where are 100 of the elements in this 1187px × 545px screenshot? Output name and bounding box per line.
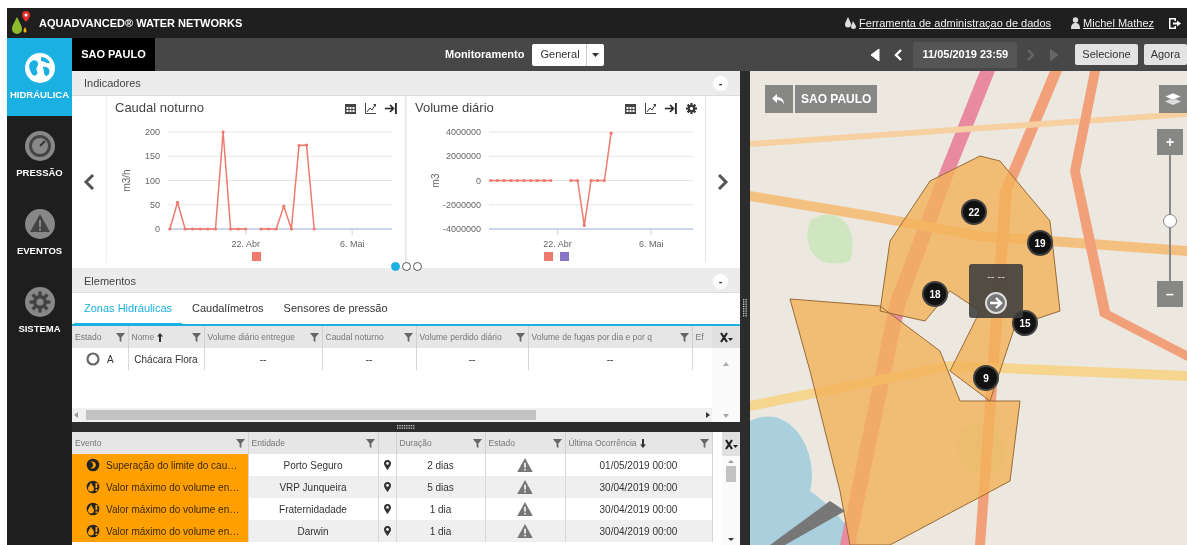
export-icon[interactable]	[385, 102, 397, 114]
filter-icon[interactable]	[699, 438, 709, 448]
splitter-grip-icon[interactable]	[397, 425, 415, 429]
layers-button[interactable]	[1159, 85, 1187, 113]
data-point	[535, 178, 540, 183]
legend-swatch[interactable]	[251, 252, 261, 261]
toolbar-button[interactable]: Selecione	[1075, 44, 1138, 65]
filter-icon[interactable]	[191, 332, 201, 342]
data-point	[282, 204, 286, 208]
column-header[interactable]: Volume perdido diário	[416, 326, 528, 348]
event-name: Superação do limite do cau…	[106, 458, 238, 473]
filter-icon[interactable]	[552, 438, 562, 448]
calendar-icon[interactable]	[625, 102, 636, 114]
tab[interactable]: Sensores de pressão	[273, 293, 398, 326]
warning-icon	[517, 523, 533, 539]
filter-icon[interactable]	[403, 332, 413, 342]
axis-label: 150	[144, 151, 160, 162]
status-ring-icon	[85, 352, 100, 366]
column-header[interactable]: Última Ocorrência	[565, 432, 712, 454]
export-icon[interactable]	[665, 102, 677, 114]
column-header[interactable]: Nome	[128, 326, 204, 348]
column-header[interactable]: Volume diário entregue	[204, 326, 322, 348]
chart-title: Caudal noturno	[115, 99, 204, 118]
legend-swatch[interactable]	[559, 252, 569, 261]
drop-alert-icon	[86, 480, 100, 494]
warning-icon	[23, 207, 56, 240]
data-point	[198, 227, 202, 231]
data-point	[244, 227, 248, 231]
axis-label: 2000000	[445, 151, 481, 162]
location-pin-icon	[383, 504, 391, 514]
legend-swatch[interactable]	[543, 252, 553, 261]
tab[interactable]: Caudalímetros	[182, 293, 274, 326]
column-header[interactable]: Duração	[396, 432, 485, 454]
event-cell[interactable]: Valor máximo do volume en…	[72, 520, 248, 542]
flow-limit-icon	[86, 458, 100, 472]
event-cell[interactable]: Valor máximo do volume en…	[72, 476, 248, 498]
filter-icon[interactable]	[365, 438, 375, 448]
event-cell[interactable]: Valor máximo do volume en…	[72, 498, 248, 520]
zoom-slider[interactable]	[1163, 155, 1177, 281]
warning-icon	[517, 457, 533, 473]
collapse-button[interactable]: -	[713, 75, 728, 91]
chart-title: Volume diário	[415, 99, 494, 118]
drops-icon	[845, 17, 857, 29]
event-name: Valor máximo do volume en…	[106, 480, 240, 495]
filter-icon[interactable]	[472, 438, 482, 448]
splitter-grip-icon[interactable]	[743, 299, 747, 317]
zoom-in-button[interactable]: +	[1157, 129, 1183, 155]
filter-icon[interactable]	[115, 332, 125, 342]
axis-label: -4000000	[442, 224, 481, 234]
sidebar-item[interactable]: SISTEMA	[7, 272, 72, 350]
location-tab[interactable]: SAO PAULO	[72, 38, 155, 71]
user-icon	[1071, 17, 1081, 29]
sidebar-item[interactable]: EVENTOS	[7, 194, 72, 272]
settings-icon	[686, 102, 697, 114]
table-cell: 5 dias	[396, 476, 485, 498]
axis-title: m3	[430, 173, 441, 188]
column-header[interactable]: Estado	[485, 432, 565, 454]
data-point	[582, 223, 586, 227]
back-arrow-icon	[772, 93, 786, 105]
map-location-button[interactable]: SAO PAULO	[795, 85, 878, 113]
back-button[interactable]	[765, 85, 793, 113]
logout-icon[interactable]	[1168, 16, 1181, 30]
column-header[interactable]: Evento	[72, 432, 248, 454]
user-menu[interactable]: Michel Mathez	[1071, 14, 1154, 32]
zoom-chart-icon[interactable]	[365, 102, 376, 114]
collapse-button[interactable]: -	[713, 274, 728, 289]
filter-icon[interactable]	[309, 332, 319, 342]
data-point	[549, 178, 553, 183]
column-header[interactable]: Estado	[72, 326, 128, 348]
admin-tool-link[interactable]: Ferramenta de administraçao de dados	[845, 14, 1052, 32]
data-point	[305, 143, 309, 147]
axis-label: 0	[155, 224, 160, 234]
event-name: Valor máximo do volume en…	[106, 524, 240, 539]
drop-alert-icon	[86, 502, 100, 516]
column-header[interactable]: Volume de fugas por dia e por q	[528, 326, 692, 348]
data-point	[569, 178, 573, 183]
horizontal-scrollbar[interactable]	[72, 408, 712, 422]
first-page-icon[interactable]	[871, 48, 881, 61]
calendar-icon[interactable]	[345, 102, 356, 114]
data-point	[609, 131, 613, 135]
column-chooser-icon[interactable]	[719, 331, 733, 343]
monitoring-select[interactable]: General	[532, 43, 604, 66]
filter-icon[interactable]	[515, 332, 525, 342]
table-cell: --	[416, 348, 528, 370]
column-chooser-icon[interactable]	[724, 438, 738, 450]
zoom-out-button[interactable]: –	[1157, 281, 1183, 307]
toolbar-button[interactable]: Agora	[1143, 44, 1187, 65]
filter-icon[interactable]	[679, 332, 689, 342]
sidebar-item[interactable]: PRESSÃO	[7, 116, 72, 194]
filter-icon[interactable]	[235, 438, 245, 448]
drop-alert-icon	[86, 524, 100, 538]
data-point	[183, 227, 187, 231]
column-header[interactable]: Entidade	[248, 432, 378, 454]
previous-icon[interactable]	[894, 48, 904, 61]
zoom-chart-icon[interactable]	[645, 102, 656, 114]
data-point	[267, 227, 271, 231]
column-header[interactable]: Caudal noturno	[322, 326, 416, 348]
column-header[interactable]: Ef	[692, 326, 712, 348]
event-cell[interactable]: Superação do limite do cau…	[72, 454, 248, 476]
table-cell: 1 dia	[396, 520, 485, 542]
